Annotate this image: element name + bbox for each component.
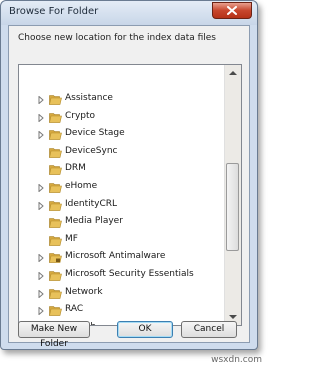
- folder-icon: [49, 288, 62, 299]
- folder-icon: [49, 306, 62, 316]
- tree-item[interactable]: IdentityCRL: [19, 197, 226, 215]
- cancel-button[interactable]: Cancel: [181, 321, 237, 338]
- tree-item-label: Microsoft Security Essentials: [65, 269, 194, 279]
- folder-icon: [49, 147, 62, 158]
- folder-icon: [49, 95, 62, 105]
- folder-icon: [49, 218, 62, 228]
- expand-arrow-icon[interactable]: [37, 201, 45, 210]
- vertical-scrollbar[interactable]: [224, 65, 241, 325]
- folder-icon: [49, 165, 62, 176]
- tree-item[interactable]: Network: [19, 285, 226, 303]
- expand-arrow-icon[interactable]: [37, 184, 45, 192]
- tree-item-label: IdentityCRL: [65, 198, 118, 209]
- tree-item[interactable]: Microsoft Antimalware: [19, 249, 226, 267]
- tree-item-label: eHome: [65, 181, 98, 191]
- tree-item-label: RAC: [65, 304, 84, 315]
- folder-icon: [49, 235, 62, 246]
- close-icon: [227, 6, 237, 15]
- tree-item-label: Device Stage: [65, 128, 125, 139]
- folder-icon: [49, 112, 62, 123]
- folder-icon: [49, 271, 62, 281]
- dialog-title: Browse For Folder: [9, 6, 99, 17]
- tree-item[interactable]: Crypto: [19, 109, 226, 127]
- tree-item[interactable]: eHome: [19, 179, 226, 197]
- folder-tree[interactable]: Assistance Crypto Device Stage DeviceSync DR…: [18, 64, 242, 326]
- watermark: wsxdn.com: [211, 355, 262, 365]
- tree-item[interactable]: DRM: [19, 161, 226, 179]
- folder-icon: [49, 253, 62, 264]
- ok-button[interactable]: OK: [117, 321, 173, 338]
- make-new-folder-button[interactable]: Make New Folder: [18, 321, 90, 349]
- tree-item-label: Network: [65, 286, 103, 297]
- tree-item[interactable]: MF: [19, 232, 226, 250]
- expand-arrow-icon[interactable]: [37, 131, 45, 140]
- tree-item-label: Assistance: [65, 93, 113, 103]
- scroll-thumb[interactable]: [226, 163, 239, 251]
- folder-icon: [49, 183, 62, 193]
- tree-item-label: Crypto: [65, 110, 96, 121]
- tree-item[interactable]: Microsoft Security Essentials: [19, 267, 226, 285]
- expand-arrow-icon[interactable]: [37, 96, 45, 104]
- folder-icon: [49, 130, 62, 140]
- browse-for-folder-dialog: Browse For Folder Choose new location fo…: [0, 0, 258, 350]
- tree-item-label: Microsoft Antimalware: [65, 251, 166, 262]
- expand-arrow-icon[interactable]: [37, 289, 45, 298]
- tree-item[interactable]: Device Stage: [19, 126, 226, 144]
- tree-item-label: DRM: [65, 163, 86, 174]
- expand-arrow-icon[interactable]: [37, 254, 45, 263]
- expand-arrow-icon[interactable]: [37, 307, 45, 316]
- folder-icon: [49, 200, 62, 211]
- dialog-body: Choose new location for the index data f…: [8, 25, 250, 349]
- expand-arrow-icon[interactable]: [37, 272, 45, 280]
- tree-item-label: MF: [65, 233, 78, 244]
- title-bar[interactable]: Browse For Folder: [1, 1, 257, 25]
- tree-item[interactable]: Assistance: [19, 91, 226, 109]
- prompt-text: Choose new location for the index data f…: [18, 33, 216, 43]
- tree-item-label: DeviceSync: [65, 145, 118, 156]
- close-button[interactable]: [212, 2, 252, 19]
- scroll-up-arrow-icon[interactable]: [225, 65, 241, 81]
- tree-item-label: Media Player: [65, 216, 123, 227]
- tree-item[interactable]: DeviceSync: [19, 144, 226, 162]
- tree-item[interactable]: Media Player: [19, 214, 226, 232]
- expand-arrow-icon[interactable]: [37, 113, 45, 122]
- tree-item[interactable]: RAC: [19, 302, 226, 320]
